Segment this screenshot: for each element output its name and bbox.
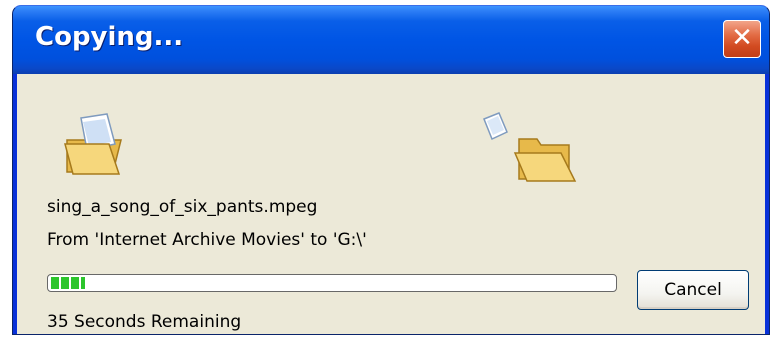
window-title: Copying...	[35, 22, 184, 52]
dialog-body: sing_a_song_of_six_pants.mpeg From 'Inte…	[17, 74, 765, 334]
folder-with-document-icon	[64, 113, 122, 175]
close-button[interactable]: ✕	[723, 20, 761, 58]
copy-source-destination: From 'Internet Archive Movies' to 'G:\'	[47, 230, 367, 250]
copy-dialog-window: Copying... ✕ sing_a_song_of_six_pants.mp…	[12, 5, 770, 335]
file-name: sing_a_song_of_six_pants.mpeg	[47, 197, 318, 217]
copy-progress-bar	[47, 274, 617, 292]
cancel-button[interactable]: Cancel	[637, 270, 749, 310]
flying-document-icon	[483, 112, 508, 141]
time-remaining: 35 Seconds Remaining	[47, 312, 242, 332]
open-folder-icon	[513, 138, 577, 182]
title-bar[interactable]: Copying... ✕	[13, 6, 769, 74]
copy-progress-fill	[51, 277, 85, 289]
